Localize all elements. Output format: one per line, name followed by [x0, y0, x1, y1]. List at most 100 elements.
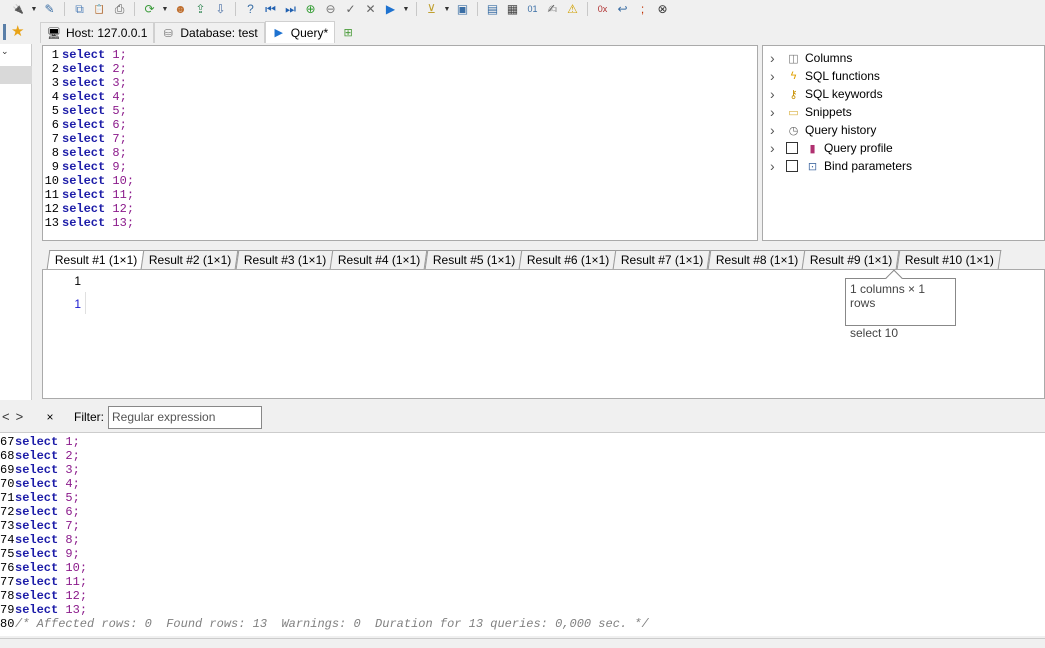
- log-line[interactable]: 72 select 6;: [0, 505, 1045, 519]
- log-summary-line[interactable]: 80/* Affected rows: 0 Found rows: 13 War…: [0, 617, 1045, 631]
- binary-icon[interactable]: 01: [524, 1, 541, 18]
- close-icon[interactable]: ⊗: [654, 1, 671, 18]
- helper-checkbox[interactable]: [786, 160, 798, 172]
- editor-line[interactable]: 4 select 4;: [43, 90, 757, 104]
- log-line[interactable]: 79 select 13;: [0, 603, 1045, 617]
- tab-database[interactable]: ⛁ Database: test: [154, 22, 265, 43]
- connection-icon[interactable]: 🔌: [10, 1, 27, 18]
- log-line[interactable]: 67 select 1;: [0, 435, 1045, 449]
- result-tab[interactable]: Result #10 (1×1): [896, 250, 1001, 269]
- chevron-right-icon[interactable]: ›: [770, 50, 782, 66]
- check-icon[interactable]: ✓: [342, 1, 359, 18]
- log-line[interactable]: 69 select 3;: [0, 463, 1045, 477]
- chevron-right-icon[interactable]: ›: [770, 104, 782, 120]
- dropdown-arrow-icon[interactable]: ▼: [30, 6, 38, 13]
- filter-icon[interactable]: ⊻: [423, 1, 440, 18]
- run-icon[interactable]: ▶: [382, 1, 399, 18]
- helper-item[interactable]: › ▭ Snippets: [763, 103, 1044, 121]
- editor-line[interactable]: 9 select 9;: [43, 160, 757, 174]
- editor-line[interactable]: 3 select 3;: [43, 76, 757, 90]
- editor-line[interactable]: 12 select 12;: [43, 202, 757, 216]
- log-line[interactable]: 70 select 4;: [0, 477, 1045, 491]
- user-icon[interactable]: ☻: [172, 1, 189, 18]
- log-line[interactable]: 76 select 10;: [0, 561, 1045, 575]
- editor-line[interactable]: 11 select 11;: [43, 188, 757, 202]
- dropdown-arrow-icon[interactable]: ▼: [402, 6, 410, 13]
- log-line[interactable]: 73 select 7;: [0, 519, 1045, 533]
- tab-host[interactable]: 🖥 Host: 127.0.0.1: [40, 22, 155, 43]
- dropdown-arrow-icon[interactable]: ▼: [161, 6, 169, 13]
- export-icon[interactable]: ⇪: [192, 1, 209, 18]
- log-line[interactable]: 68 select 2;: [0, 449, 1045, 463]
- semicolon-icon[interactable]: ;: [634, 1, 651, 18]
- dropdown-arrow-icon[interactable]: ▼: [443, 6, 451, 13]
- chevron-right-icon[interactable]: ›: [770, 86, 782, 102]
- editor-line[interactable]: 1 select 1;: [43, 48, 757, 62]
- chevron-right-icon[interactable]: ›: [770, 140, 782, 156]
- result-tab[interactable]: Result #6 (1×1): [518, 250, 617, 269]
- log-line[interactable]: 77 select 11;: [0, 575, 1045, 589]
- wrap-icon[interactable]: ↩: [614, 1, 631, 18]
- result-tab[interactable]: Result #9 (1×1): [801, 250, 900, 269]
- chevron-right-icon[interactable]: ›: [770, 68, 782, 84]
- log-line[interactable]: 75 select 9;: [0, 547, 1045, 561]
- first-icon[interactable]: ⏮: [262, 1, 279, 18]
- result-tab[interactable]: Result #7 (1×1): [613, 250, 712, 269]
- helper-item[interactable]: › ⚷ SQL keywords: [763, 85, 1044, 103]
- refresh-icon[interactable]: ⟳: [141, 1, 158, 18]
- helper-item[interactable]: › ◷ Query history: [763, 121, 1044, 139]
- helper-item[interactable]: › ▮ Query profile: [763, 139, 1044, 157]
- close-filter-button[interactable]: ×: [40, 410, 60, 424]
- editor-line[interactable]: 2 select 2;: [43, 62, 757, 76]
- editor-line[interactable]: 5 select 5;: [43, 104, 757, 118]
- result-tab[interactable]: Result #8 (1×1): [707, 250, 806, 269]
- result-tab[interactable]: Result #1 (1×1): [46, 250, 145, 269]
- grid-icon[interactable]: ▦: [504, 1, 521, 18]
- log-line[interactable]: 78 select 12;: [0, 589, 1045, 603]
- last-icon[interactable]: ⏭: [282, 1, 299, 18]
- help-icon[interactable]: ?: [242, 1, 259, 18]
- paste-icon[interactable]: 📋: [91, 1, 108, 18]
- editor-line[interactable]: 8 select 8;: [43, 146, 757, 160]
- editor-line[interactable]: 6 select 6;: [43, 118, 757, 132]
- filter-input[interactable]: [108, 405, 262, 429]
- edit-query-icon[interactable]: ✍: [544, 1, 561, 18]
- save-icon[interactable]: ▣: [454, 1, 471, 18]
- hex-icon[interactable]: 0x: [594, 1, 611, 18]
- tab-query[interactable]: ▶ Query*: [264, 21, 336, 43]
- star-icon[interactable]: ★: [11, 22, 24, 40]
- print-icon[interactable]: ⎙: [111, 1, 128, 18]
- query-editor[interactable]: 1 select 1; 2 select 2; 3 select 3; 4 select 4;…: [42, 45, 758, 241]
- save-as-icon[interactable]: ▤: [484, 1, 501, 18]
- chevron-down-icon[interactable]: ⌄: [1, 46, 9, 57]
- sql-log[interactable]: 67 select 1; 68 select 2; 69 select 3; 70 selec…: [0, 432, 1045, 636]
- warning-icon[interactable]: ⚠: [564, 1, 581, 18]
- helper-checkbox[interactable]: [786, 142, 798, 154]
- import-icon[interactable]: ⇩: [212, 1, 229, 18]
- splitter[interactable]: [40, 242, 1045, 248]
- helper-item[interactable]: › ⊡ Bind parameters: [763, 157, 1044, 175]
- result-tab[interactable]: Result #4 (1×1): [329, 250, 428, 269]
- add-icon[interactable]: ⊕: [302, 1, 319, 18]
- log-line[interactable]: 74 select 8;: [0, 533, 1045, 547]
- result-tab[interactable]: Result #2 (1×1): [141, 250, 240, 269]
- tree-selected-row[interactable]: [0, 66, 32, 84]
- cancel-icon[interactable]: ✕: [362, 1, 379, 18]
- log-line[interactable]: 71 select 5;: [0, 491, 1045, 505]
- helper-item[interactable]: › ◫ Columns: [763, 49, 1044, 67]
- new-query-tab-button[interactable]: ⊞: [335, 22, 361, 43]
- editor-line[interactable]: 7 select 7;: [43, 132, 757, 146]
- scroll-left-button[interactable]: <: [2, 409, 10, 425]
- copy-icon[interactable]: ⧉: [71, 1, 88, 18]
- result-tab[interactable]: Result #3 (1×1): [235, 250, 334, 269]
- editor-line[interactable]: 13 select 13;: [43, 216, 757, 230]
- scroll-right-button[interactable]: >: [16, 409, 24, 425]
- edit-icon[interactable]: ✎: [41, 1, 58, 18]
- remove-icon[interactable]: ⊖: [322, 1, 339, 18]
- chevron-right-icon[interactable]: ›: [770, 158, 782, 174]
- database-tree[interactable]: ⌄: [0, 44, 32, 400]
- helper-item[interactable]: › ϟ SQL functions: [763, 67, 1044, 85]
- editor-line[interactable]: 10 select 10;: [43, 174, 757, 188]
- grid-cell[interactable]: 1: [43, 297, 87, 311]
- result-tab[interactable]: Result #5 (1×1): [424, 250, 523, 269]
